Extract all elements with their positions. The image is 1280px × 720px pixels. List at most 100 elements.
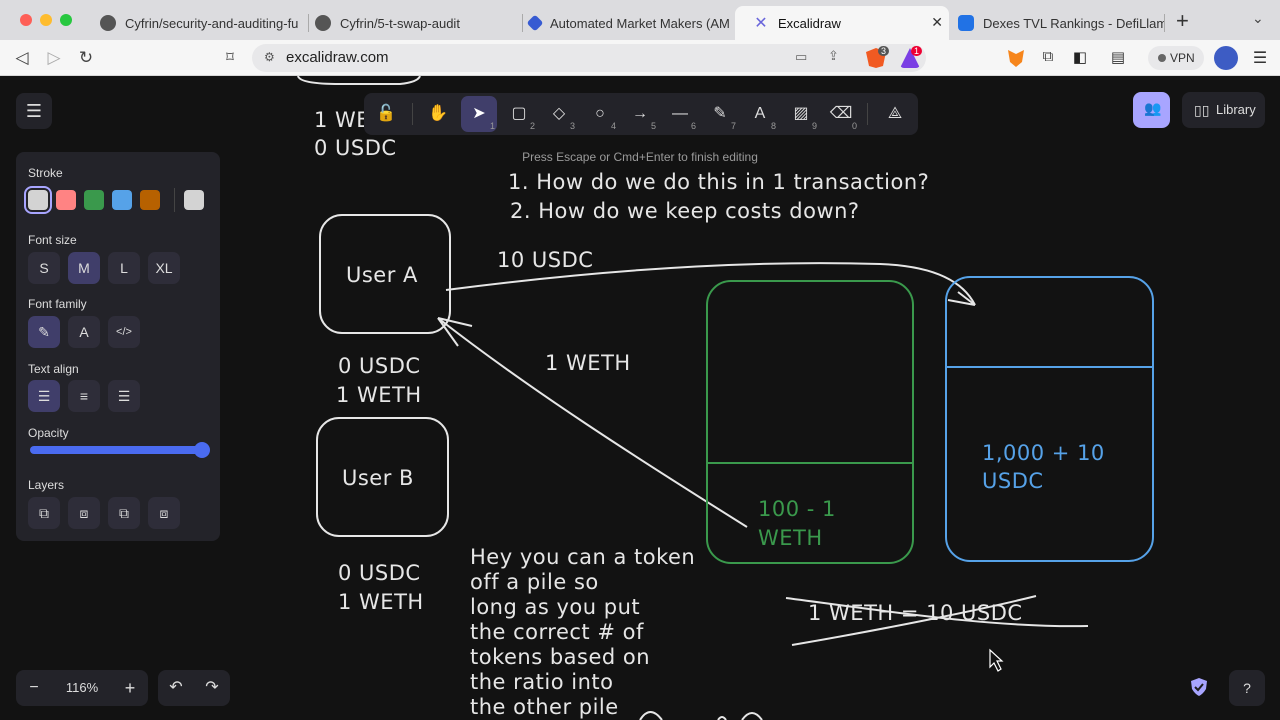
opacity-slider-thumb[interactable] [194,442,210,458]
image-glyph: ▨ [793,105,809,122]
stroke-color-swatch[interactable] [84,190,104,210]
note-line: Hey you can a token [470,545,695,569]
usdc-pool-amount[interactable]: 1,000 + 10 [982,441,1105,465]
opacity-label: Opacity [28,426,69,440]
usdc-pool-box[interactable] [945,276,1154,562]
weth-transfer-arrow[interactable] [437,317,748,528]
tab-title: Dexes TVL Rankings - DefiLlam [983,15,1164,31]
tab-search-icon[interactable]: ⌄ [1252,10,1264,27]
new-tab-button[interactable]: + [1176,8,1189,34]
font-size-s[interactable]: S [28,252,60,284]
current-stroke-color[interactable] [184,190,204,210]
selection-tool-icon[interactable]: ➤ 1 [461,96,497,132]
main-menu-button[interactable]: ☰ [16,93,52,129]
user-a-usdc-balance[interactable]: 0 USDC [338,354,421,378]
ellipse-tool-icon[interactable]: ○ 4 [582,96,618,132]
arrow-weth-label[interactable]: 1 WETH [545,351,631,375]
font-family-hand-drawn-icon[interactable]: ✎ [28,316,60,348]
diamond-tool-icon[interactable]: ◇ 3 [541,96,577,132]
metamask-icon[interactable] [1008,50,1024,67]
back-button[interactable]: ◁ [12,48,32,68]
bring-forward-icon[interactable]: ⧉ [108,497,140,529]
align-center-icon[interactable]: ≡ [68,380,100,412]
sidebar-icon[interactable]: ◧ [1070,48,1090,68]
send-backward-icon[interactable]: ⧈ [68,497,100,529]
font-size-label: Font size [28,233,77,247]
cast-icon[interactable]: ▭ [795,49,807,65]
font-family-label: Font family [28,297,87,311]
rectangle-tool-icon[interactable]: ▢ 2 [501,96,537,132]
user-a-label[interactable]: User A [346,263,418,287]
maximize-window-button[interactable] [60,14,72,26]
tab-title: Cyfrin/security-and-auditing-fu [125,15,299,31]
stroke-color-swatch[interactable] [140,190,160,210]
encryption-shield-icon[interactable] [1190,677,1208,697]
user-b-weth-balance[interactable]: 1 WETH [338,590,424,614]
library-button[interactable]: ▯▯ Library [1182,92,1265,128]
zoom-level[interactable]: 116% [52,670,112,706]
question-1-text[interactable]: 1. How do we do this in 1 transaction? [508,170,929,194]
opacity-slider[interactable] [30,446,208,454]
extensions-icon[interactable]: ⧉ [1038,48,1058,68]
tab-cyfrin-tswap[interactable]: Cyfrin/5-t-swap-audit [297,6,521,40]
redo-icon[interactable]: ↷ [194,670,230,706]
excalidraw-canvas[interactable]: 1 WETH 0 USDC 1. How do we do this in 1 … [0,76,1280,720]
note-text[interactable]: Hey you can a token off a pile so long a… [470,545,695,719]
wallet-icon[interactable]: ▤ [1108,48,1128,68]
line-tool-icon[interactable]: —6 [662,96,698,132]
minimize-window-button[interactable] [40,14,52,26]
user-b-usdc-balance[interactable]: 0 USDC [338,561,421,585]
tab-amm[interactable]: Automated Market Makers (AM [511,6,733,40]
font-family-normal-icon[interactable]: A [68,316,100,348]
profile-avatar[interactable] [1214,46,1238,70]
site-settings-icon[interactable]: ⚙ [264,50,275,64]
undo-icon[interactable]: ↶ [158,670,194,706]
close-window-button[interactable] [20,14,32,26]
arrow-tool-icon[interactable]: → 5 [622,96,658,132]
bookmark-icon[interactable]: ⌑ [220,48,240,68]
hamburger-icon: ☰ [25,101,43,121]
hand-tool-icon[interactable]: ✋ [420,96,456,132]
forward-button[interactable]: ▷ [44,48,64,68]
font-size-xl[interactable]: XL [148,252,180,284]
font-size-l[interactable]: L [108,252,140,284]
more-shapes-tool-icon[interactable]: ⟁ [877,96,913,132]
question-2-text[interactable]: 2. How do we keep costs down? [510,199,860,223]
usdc-pool-unit[interactable]: USDC [982,469,1044,493]
help-button[interactable]: ? [1229,670,1265,706]
tab-cyfrin-security[interactable]: Cyfrin/security-and-auditing-fu [82,6,306,40]
eraser-tool-icon[interactable]: ⌫ 0 [823,96,859,132]
arrow-usdc-label[interactable]: 10 USDC [497,248,593,272]
text-tool-icon[interactable]: A8 [742,96,778,132]
align-right-icon[interactable]: ☰ [108,380,140,412]
stroke-color-swatch[interactable] [24,186,52,214]
tab-defillama[interactable]: Dexes TVL Rankings - DefiLlam [940,6,1164,40]
image-tool-icon[interactable]: ▨ 9 [783,96,819,132]
weth-pool-amount[interactable]: 100 - 1 [758,497,836,521]
draw-tool-icon[interactable]: ✎ 7 [702,96,738,132]
browser-menu-icon[interactable]: ☰ [1250,48,1270,68]
help-icon: ? [1243,680,1251,696]
bring-to-front-icon[interactable]: ⧈ [148,497,180,529]
stroke-color-swatch[interactable] [112,190,132,210]
more-shapes-glyph: ⟁ [887,105,903,122]
reload-button[interactable]: ↻ [76,48,96,68]
align-left-icon[interactable]: ☰ [28,380,60,412]
stroke-color-swatch[interactable] [56,190,76,210]
vpn-button[interactable]: VPN [1148,46,1204,70]
weth-pool-unit[interactable]: WETH [758,526,823,550]
send-to-back-icon[interactable]: ⧉ [28,497,60,529]
user-b-label[interactable]: User B [342,466,414,490]
zoom-out-button[interactable]: − [16,670,52,706]
font-family-code-icon[interactable]: </> [108,316,140,348]
brave-rewards-count: 1 [911,46,923,56]
defillama-icon [958,15,974,31]
tab-excalidraw[interactable]: ✕ Excalidraw ✕ [735,6,949,40]
collaborate-button[interactable]: 👥 [1133,92,1170,128]
url-bar[interactable]: ⚙ excalidraw.com ▭ ⇪ [252,44,926,72]
zoom-in-button[interactable]: + [112,670,148,706]
user-a-weth-balance[interactable]: 1 WETH [336,383,422,407]
font-size-m[interactable]: M [68,252,100,284]
share-icon[interactable]: ⇪ [828,48,839,64]
lock-tool-icon[interactable]: 🔓 [368,96,404,132]
